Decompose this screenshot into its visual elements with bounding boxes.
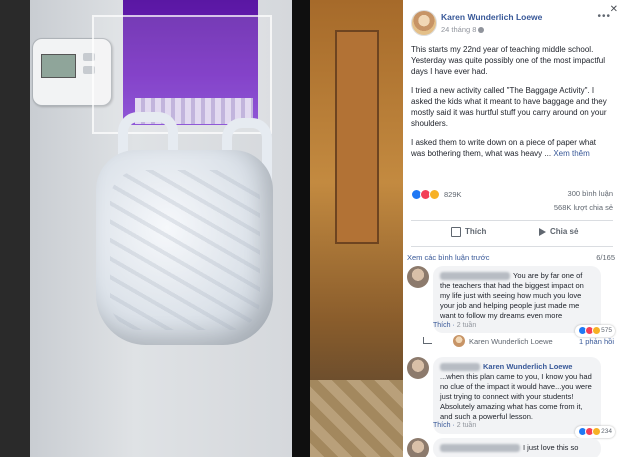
commenter-avatar[interactable]	[407, 438, 429, 457]
redacted-name	[440, 272, 510, 281]
post-date[interactable]: 24 tháng 8	[441, 25, 485, 34]
post-photo[interactable]	[0, 0, 403, 457]
redacted-name	[440, 363, 480, 372]
crumpled-papers	[110, 170, 260, 330]
comment-reaction-count: 575	[601, 327, 612, 334]
door-edge	[292, 0, 310, 457]
like-button[interactable]: Thích	[451, 227, 486, 237]
author-avatar[interactable]	[411, 10, 437, 36]
post-paragraph-1: This starts my 22nd year of teaching mid…	[411, 45, 606, 76]
comment-pager: 6/165	[596, 253, 615, 262]
comment-reactions[interactable]: 234	[575, 425, 615, 438]
post-stats: 829K 300 bình luận 568K lượt chia sẻ	[411, 189, 613, 221]
post-paragraph-2: I tried a new activity called "The Bagga…	[411, 86, 607, 128]
redacted-name	[440, 444, 520, 453]
reply-author-avatar	[453, 335, 465, 347]
share-count[interactable]: 568K lượt chia sẻ	[554, 203, 613, 212]
post-header: Karen Wunderlich Loewe 24 tháng 8 ••• ✕	[411, 4, 618, 38]
comment-bubble: I just love this so	[433, 438, 601, 457]
hallway-door	[335, 30, 379, 244]
share-button-label: Chia sẻ	[550, 227, 579, 236]
thermostat-screen	[41, 54, 76, 78]
comment-count[interactable]: 300 bình luận	[568, 189, 613, 198]
comment-age[interactable]: 2 tuần	[457, 422, 476, 429]
comment-footer: Thích · 2 tuần	[433, 422, 477, 429]
close-icon[interactable]: ✕	[610, 4, 618, 15]
acrylic-holder	[92, 15, 272, 134]
reply-author-name[interactable]: Karen Wunderlich Loewe	[469, 337, 553, 346]
reply-arrow-icon	[423, 337, 432, 344]
post-text: This starts my 22nd year of teaching mid…	[411, 44, 611, 167]
commenter-avatar[interactable]	[407, 357, 429, 379]
comment-reaction-count: 234	[601, 428, 612, 435]
reaction-summary[interactable]: 829K	[411, 189, 462, 200]
wow-reaction-icon	[592, 426, 602, 436]
reply-count[interactable]: 1 phản hồi	[579, 337, 614, 346]
commenter-avatar[interactable]	[407, 266, 429, 288]
comment-author-name[interactable]: Karen Wunderlich Loewe	[483, 362, 572, 371]
share-icon	[539, 227, 546, 236]
post-actions: Thích Chia sẻ	[411, 224, 613, 242]
wow-reaction-icon	[592, 325, 602, 335]
comment-age[interactable]: 2 tuần	[457, 322, 476, 329]
divider	[411, 246, 613, 247]
reaction-count: 829K	[444, 190, 462, 199]
share-button[interactable]: Chia sẻ	[539, 227, 578, 236]
post-panel: Karen Wunderlich Loewe 24 tháng 8 ••• ✕ …	[403, 0, 620, 457]
comment-like-link[interactable]: Thích	[433, 422, 451, 429]
globe-icon	[478, 27, 485, 34]
see-more-link[interactable]: Xem thêm	[553, 149, 589, 158]
like-icon	[451, 227, 461, 237]
reply-summary[interactable]: Karen Wunderlich Loewe 1 phản hồi	[423, 335, 618, 349]
previous-comments-link[interactable]: Xem các bình luận trước	[407, 253, 489, 262]
author-name[interactable]: Karen Wunderlich Loewe	[441, 12, 542, 22]
post-paragraph-3: I asked them to write down on a piece of…	[411, 137, 611, 159]
post-date-text[interactable]: 24 tháng 8	[441, 25, 476, 34]
wow-reaction-icon	[429, 189, 440, 200]
comment-footer: Thích · 2 tuần	[433, 322, 477, 329]
comment-text: I just love this so	[523, 443, 579, 452]
door-frame	[0, 0, 30, 457]
divider	[411, 220, 613, 221]
hallway-floor	[310, 380, 403, 457]
like-button-label: Thích	[465, 227, 487, 237]
comment-like-link[interactable]: Thích	[433, 322, 451, 329]
comment-text: ...when this plan came to you, I know yo…	[440, 372, 592, 421]
